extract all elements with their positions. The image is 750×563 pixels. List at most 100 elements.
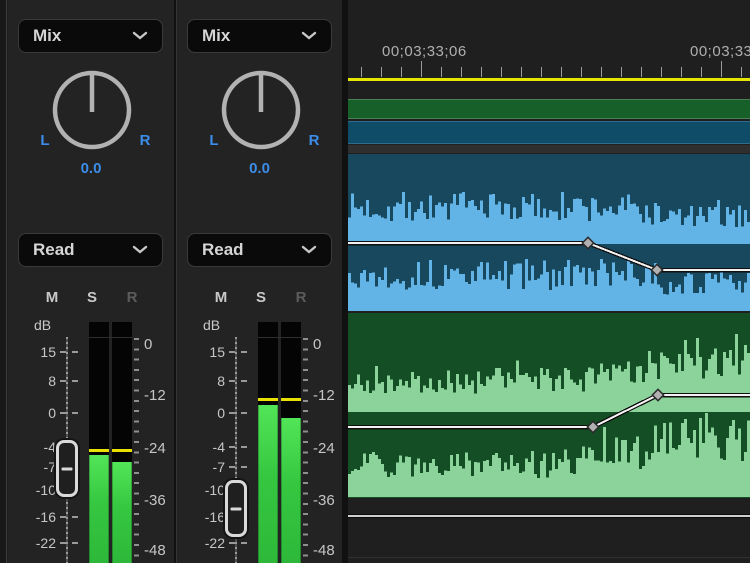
meter-scale: 0 -12 -24 -36 -48: [134, 322, 174, 563]
ruler-tick: [441, 67, 442, 77]
db-unit-label: dB: [34, 317, 51, 333]
meter-right-channel: [281, 322, 301, 563]
ruler-tick: [681, 67, 682, 77]
pan-value[interactable]: 0.0: [8, 160, 174, 177]
fader-scale-label: 0: [16, 405, 56, 421]
ruler-tick: [521, 67, 522, 77]
meter-scale-label: -36: [144, 492, 166, 509]
solo-button[interactable]: S: [249, 289, 273, 306]
ruler-tick: [561, 67, 562, 77]
ruler-tick: [501, 67, 502, 77]
ruler-tick: [621, 67, 622, 77]
meter-scale-label: -48: [144, 542, 166, 559]
clip-indicator-line: [258, 337, 301, 338]
volume-automation-line[interactable]: [348, 243, 750, 270]
meter-scale-label: -12: [144, 387, 166, 404]
automation-mode-value: Read: [202, 240, 244, 260]
volume-fader-handle[interactable]: [56, 440, 78, 497]
empty-track-volume-line[interactable]: [348, 514, 750, 518]
track-gap: [348, 145, 750, 153]
record-arm-button[interactable]: R: [289, 289, 313, 306]
ruler-tick: [421, 61, 422, 77]
time-ruler[interactable]: 00;03;33;06 00;03;33: [348, 0, 750, 82]
meter-scale-label: 0: [144, 336, 152, 353]
mute-button[interactable]: M: [209, 289, 233, 306]
mixer-channel-strip-2: Mix L R 0.0 Read M S R dB 15 8 0 -4 -7 -10 -16…: [176, 0, 342, 563]
fader-scale-label: -22: [16, 535, 56, 551]
clip-indicator-line: [89, 337, 132, 338]
meter-scale-label: -24: [144, 440, 166, 457]
meter-left-channel: [258, 322, 278, 563]
pan-right-label: R: [134, 132, 156, 149]
fader-scale-label: -16: [16, 509, 56, 525]
mixer-channel-strip-1: Mix L R 0.0 Read M S R dB 1580-4-7-10-16…: [8, 0, 174, 563]
fader-scale-label: -10: [16, 482, 56, 498]
volume-fader-handle[interactable]: [225, 480, 247, 537]
fader-scale-label: 15: [185, 344, 225, 360]
fader-scale-label: -7: [16, 459, 56, 475]
db-unit-label: dB: [203, 317, 220, 333]
timeline-panel: 00;03;33;06 00;03;33: [348, 0, 750, 563]
fader-scale-label: 8: [185, 373, 225, 389]
fader-scale-label: -4: [185, 439, 225, 455]
chevron-down-icon: [301, 31, 317, 41]
ruler-tick: [661, 67, 662, 77]
meter-left-channel: [89, 322, 109, 563]
waveform: [348, 192, 750, 244]
clip-bar-teal[interactable]: [348, 121, 750, 144]
record-arm-button[interactable]: R: [120, 289, 144, 306]
ruler-tick: [541, 67, 542, 77]
meter-scale: 0 -12 -24 -36 -48: [303, 322, 343, 563]
ruler-tick: [701, 67, 702, 77]
input-select-value: Mix: [202, 26, 230, 46]
audio-clip-2[interactable]: [348, 313, 750, 498]
meter-scale-label: -12: [313, 387, 335, 404]
level-meter: [258, 322, 301, 563]
panel-left-rail: [0, 0, 7, 563]
audio-clip-1[interactable]: [348, 154, 750, 311]
meter-scale-label: -24: [313, 440, 335, 457]
input-assignment-select[interactable]: Mix: [18, 19, 163, 53]
meter-right-channel: [112, 322, 132, 563]
chevron-down-icon: [301, 245, 317, 255]
pan-value[interactable]: 0.0: [177, 160, 342, 177]
ruler-tick: [401, 67, 402, 77]
track-boundary-line: [348, 557, 750, 558]
automation-mode-value: Read: [33, 240, 75, 260]
fader-scale-label: 0: [185, 405, 225, 421]
ruler-tick: [641, 67, 642, 77]
pan-knob[interactable]: [50, 68, 134, 152]
ruler-tick: [721, 61, 722, 77]
work-area-bar[interactable]: [348, 78, 750, 81]
pan-knob[interactable]: [219, 68, 303, 152]
input-assignment-select[interactable]: Mix: [187, 19, 332, 53]
ruler-tick: [481, 67, 482, 77]
meter-scale-label: 0: [313, 336, 321, 353]
timecode-label: 00;03;33;06: [382, 43, 467, 60]
pan-left-label: L: [203, 132, 225, 149]
automation-mode-select[interactable]: Read: [18, 233, 163, 267]
ruler-tick: [581, 67, 582, 77]
fader-scale-label: -10: [185, 482, 225, 498]
chevron-down-icon: [132, 31, 148, 41]
video-clip-bar[interactable]: [348, 99, 750, 119]
fader-scale-label: -7: [185, 459, 225, 475]
level-meter: [89, 322, 132, 563]
ruler-tick: [361, 67, 362, 77]
fader-scale-label: -4: [16, 439, 56, 455]
input-select-value: Mix: [33, 26, 61, 46]
fader-scale-label: -16: [185, 509, 225, 525]
ruler-tick: [461, 67, 462, 77]
solo-button[interactable]: S: [80, 289, 104, 306]
fader-scale-label: 8: [16, 373, 56, 389]
waveform: [348, 259, 750, 311]
automation-mode-select[interactable]: Read: [187, 233, 332, 267]
meter-scale-label: -36: [313, 492, 335, 509]
fader-scale-label: 15: [16, 344, 56, 360]
track-buttons: M S R: [40, 289, 144, 306]
timecode-label: 00;03;33: [690, 43, 750, 60]
meter-scale-label: -48: [313, 542, 335, 559]
pan-right-label: R: [303, 132, 325, 149]
ruler-tick: [601, 67, 602, 77]
mute-button[interactable]: M: [40, 289, 64, 306]
